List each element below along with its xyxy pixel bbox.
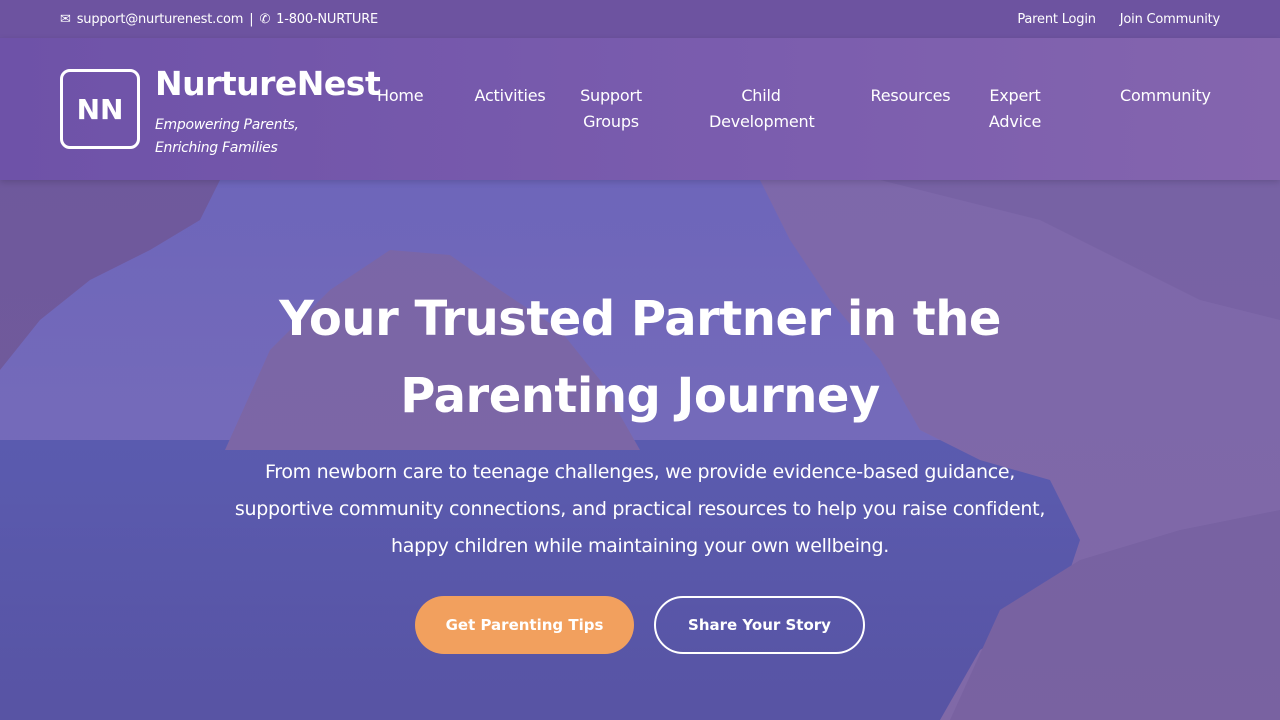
phone-icon: ✆ [259, 11, 271, 27]
nav-item-support-groups[interactable]: Support Groups [578, 83, 644, 135]
contact-separator: | [249, 11, 254, 27]
top-bar: ✉ support@nurturenest.com | ✆ 1-800-NURT… [0, 0, 1280, 38]
logo[interactable]: NN [60, 69, 140, 149]
hero-title: Your Trusted Partner in the Parenting Jo… [279, 291, 1001, 424]
top-links: Parent Login Join Community [1017, 12, 1220, 27]
envelope-icon: ✉ [60, 11, 71, 27]
nav-item-home[interactable]: Home [377, 83, 424, 109]
hero-overlay [0, 180, 1280, 720]
share-your-story-button[interactable]: Share Your Story [654, 596, 865, 654]
contact-phone[interactable]: 1-800-NURTURE [276, 12, 378, 27]
join-community-link[interactable]: Join Community [1120, 12, 1220, 27]
get-parenting-tips-button[interactable]: Get Parenting Tips [415, 596, 634, 654]
hero-section: Your Trusted Partner in the Parenting Jo… [0, 180, 1280, 720]
nav-item-child-development[interactable]: Child Development [709, 83, 815, 135]
nav-item-expert-advice[interactable]: Expert Advice [987, 83, 1043, 135]
hero-description: From newborn care to teenage challenges,… [234, 461, 1046, 557]
brand-name[interactable]: NurtureNest [155, 64, 381, 103]
parent-login-link[interactable]: Parent Login [1017, 12, 1096, 27]
contact-info: ✉ support@nurturenest.com | ✆ 1-800-NURT… [60, 12, 378, 27]
nav-item-community[interactable]: Community [1120, 83, 1211, 109]
nav-item-activities[interactable]: Activities [474, 83, 546, 109]
brand-tagline: Empowering Parents, Enriching Families [155, 117, 299, 156]
contact-email[interactable]: support@nurturenest.com [77, 12, 244, 27]
nav-item-resources[interactable]: Resources [870, 83, 951, 109]
site-header: NN NurtureNest Empowering Parents, Enric… [0, 38, 1280, 180]
